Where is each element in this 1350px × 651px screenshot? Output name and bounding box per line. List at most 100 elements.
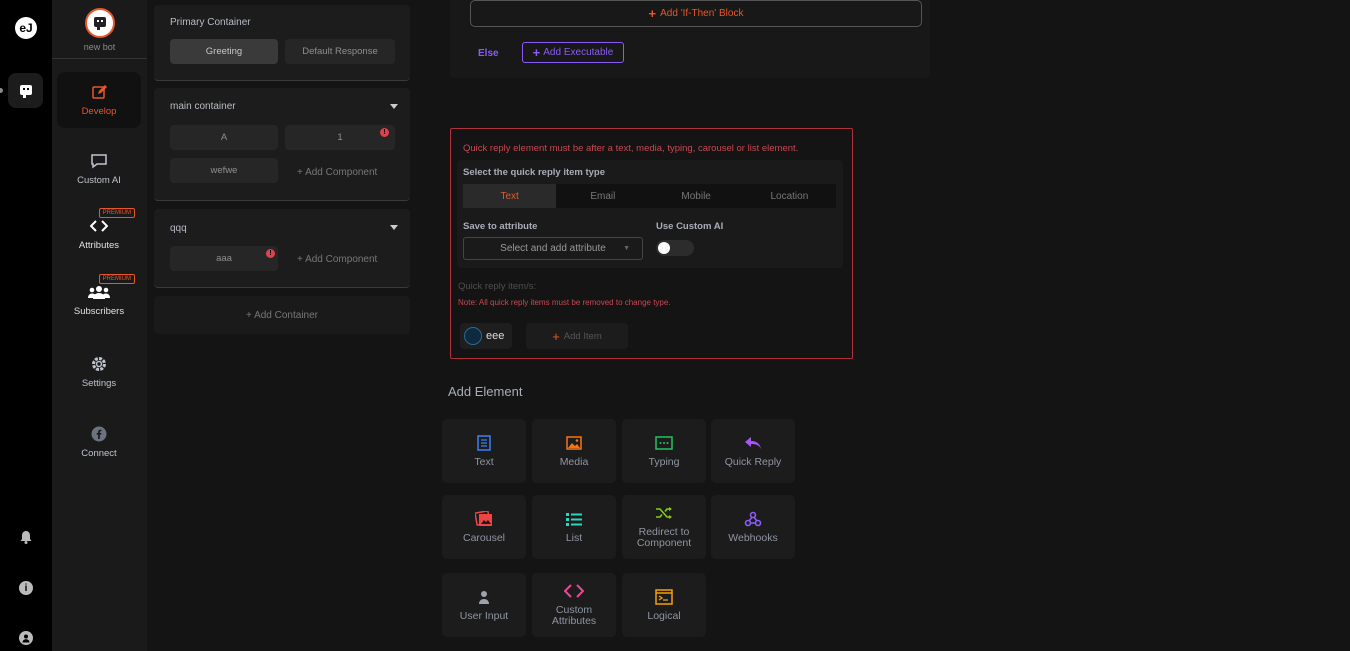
element-tile-custom-attributes[interactable]: Custom Attributes <box>532 573 616 637</box>
element-tile-webhooks[interactable]: Webhooks <box>711 495 795 559</box>
logo-icon[interactable]: eJ <box>15 17 37 39</box>
element-tile-text[interactable]: Text <box>442 419 526 483</box>
tab-mobile[interactable]: Mobile <box>650 184 743 208</box>
element-tile-label: Media <box>559 455 589 468</box>
error-icon: ! <box>380 128 389 137</box>
tab-email[interactable]: Email <box>556 184 649 208</box>
edit-icon <box>91 83 107 101</box>
user-icon[interactable] <box>19 631 33 645</box>
bot-icon <box>19 84 32 98</box>
sidebar-item-label: Custom AI <box>77 175 121 186</box>
quick-reply-settings: Select the quick reply item type Text Em… <box>457 160 843 268</box>
element-tile-quick-reply[interactable]: Quick Reply <box>711 419 795 483</box>
sidebar: new bot Develop Custom AI PREMIUM Attrib… <box>52 0 147 651</box>
container-card-main: main container A 1 ! wefwe + Add Compone… <box>154 88 410 201</box>
sidebar-item-custom-ai[interactable]: Custom AI <box>57 141 141 197</box>
add-element-title: Add Element <box>448 384 523 399</box>
error-icon: ! <box>266 249 275 258</box>
add-executable-label: Add Executable <box>543 47 614 58</box>
typing-icon <box>655 435 673 451</box>
bell-icon[interactable] <box>19 530 33 544</box>
component-chip[interactable]: 1 <box>285 125 395 150</box>
element-tile-redirect[interactable]: Redirect to Component <box>622 495 706 559</box>
gear-icon <box>90 355 108 373</box>
list-icon <box>566 511 582 527</box>
container-title: main container <box>170 101 236 112</box>
tab-location[interactable]: Location <box>743 184 836 208</box>
code-icon <box>564 583 584 599</box>
attribute-select[interactable]: Select and add attribute ▼ <box>463 237 643 260</box>
element-tile-logical[interactable]: Logical <box>622 573 706 637</box>
quick-reply-element: Quick reply element must be after a text… <box>450 128 853 359</box>
container-title: qqq <box>170 223 187 234</box>
save-attribute-label: Save to attribute <box>463 221 538 232</box>
chevron-down-icon[interactable] <box>390 225 398 230</box>
chevron-down-icon[interactable] <box>390 104 398 109</box>
shuffle-icon <box>655 505 673 521</box>
main-editor: + Add 'If-Then' Block Else + Add Executa… <box>417 0 1350 651</box>
bot-avatar[interactable] <box>85 8 115 38</box>
info-icon[interactable]: i <box>19 581 33 595</box>
image-icon <box>566 435 582 451</box>
container-card-qqq: qqq aaa ! + Add Component <box>154 209 410 288</box>
element-tile-label: Custom Attributes <box>551 604 597 627</box>
custom-ai-toggle[interactable] <box>656 240 694 256</box>
document-icon <box>477 434 491 451</box>
element-tile-user-input[interactable]: User Input <box>442 573 526 637</box>
type-label: Select the quick reply item type <box>463 167 606 178</box>
bot-name: new bot <box>83 42 116 52</box>
sidebar-item-connect[interactable]: Connect <box>57 414 141 470</box>
sidebar-item-label: Develop <box>81 106 117 117</box>
sidebar-item-label: Settings <box>81 378 117 389</box>
toggle-knob <box>658 242 670 254</box>
quick-reply-item-label: eee <box>486 330 505 342</box>
component-chip-default-response[interactable]: Default Response <box>285 39 395 64</box>
chevron-down-icon: ▼ <box>623 245 630 252</box>
add-component-button[interactable]: + Add Component <box>297 254 377 265</box>
code-icon <box>90 217 108 235</box>
component-chip[interactable]: wefwe <box>170 158 278 183</box>
element-tile-typing[interactable]: Typing <box>622 419 706 483</box>
chat-icon <box>90 152 108 170</box>
element-tile-media[interactable]: Media <box>532 419 616 483</box>
add-item-button[interactable]: + Add Item <box>526 323 628 349</box>
add-container-button[interactable]: + Add Container <box>154 296 410 334</box>
bot-icon <box>94 17 106 30</box>
add-if-then-button[interactable]: + Add 'If-Then' Block <box>470 0 922 27</box>
attribute-select-placeholder: Select and add attribute <box>500 243 606 254</box>
terminal-icon <box>655 588 673 605</box>
tab-text[interactable]: Text <box>463 184 557 208</box>
sidebar-item-attributes[interactable]: PREMIUM Attributes <box>57 206 141 262</box>
custom-ai-label: Use Custom AI <box>656 221 724 232</box>
container-panel: Primary Container Greeting Default Respo… <box>147 0 417 651</box>
sidebar-item-subscribers[interactable]: PREMIUM Subscribers <box>57 272 141 328</box>
add-component-button[interactable]: + Add Component <box>297 167 377 178</box>
element-tile-list[interactable]: List <box>532 495 616 559</box>
sidebar-item-develop[interactable]: Develop <box>57 72 141 128</box>
element-tile-carousel[interactable]: Carousel <box>442 495 526 559</box>
users-icon <box>88 283 110 301</box>
quick-reply-note: Note: All quick reply items must be remo… <box>458 298 671 307</box>
sidebar-item-label: Attributes <box>78 240 120 251</box>
quick-reply-item[interactable]: eee <box>460 323 512 349</box>
premium-badge: PREMIUM <box>98 274 135 284</box>
component-chip-greeting[interactable]: Greeting <box>170 39 278 64</box>
container-title: Primary Container <box>170 17 251 28</box>
quick-reply-warning: Quick reply element must be after a text… <box>463 143 799 154</box>
component-chip[interactable]: A <box>170 125 278 150</box>
carousel-icon <box>475 510 493 527</box>
sidebar-item-label: Subscribers <box>73 306 125 317</box>
element-tile-label: Text <box>474 455 494 468</box>
item-avatar-icon <box>464 327 482 345</box>
element-tile-label: List <box>565 531 583 544</box>
component-chip[interactable]: aaa <box>170 246 278 271</box>
add-executable-button[interactable]: + Add Executable <box>522 42 624 63</box>
container-card-primary: Primary Container Greeting Default Respo… <box>154 5 410 81</box>
facebook-icon <box>91 425 107 443</box>
person-icon <box>477 589 491 605</box>
bot-switcher[interactable] <box>8 73 43 108</box>
divider <box>52 58 147 59</box>
element-tile-label: Logical <box>647 609 681 622</box>
element-tile-label: Quick Reply <box>724 455 782 468</box>
sidebar-item-settings[interactable]: Settings <box>57 344 141 400</box>
